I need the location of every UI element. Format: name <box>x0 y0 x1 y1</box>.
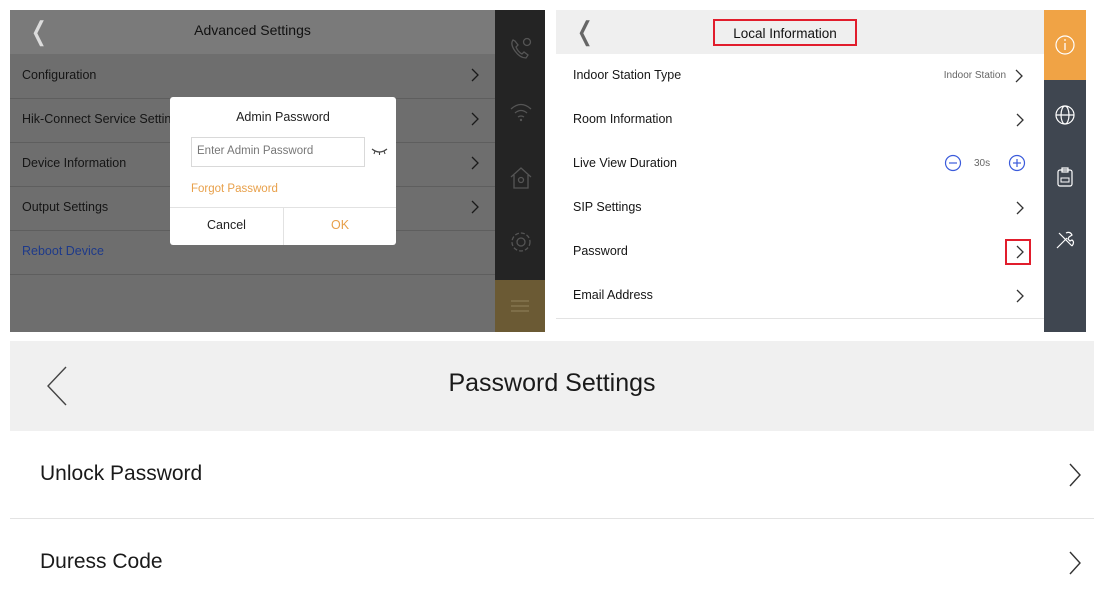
page-title: Advanced Settings <box>194 22 311 38</box>
tools-icon[interactable] <box>1053 228 1077 252</box>
sliders-icon <box>511 300 529 312</box>
chevron-right-icon <box>1016 201 1024 215</box>
chevron-right-icon <box>1069 463 1081 487</box>
menu-item-label: Output Settings <box>22 200 109 214</box>
chevron-right-icon <box>1015 69 1023 83</box>
chevron-right-icon <box>471 156 479 170</box>
menu-item-label: Configuration <box>22 68 97 82</box>
dialog-title: Admin Password <box>236 110 330 124</box>
menu-item-label: Room Information <box>573 112 673 126</box>
active-rail-tab[interactable] <box>495 280 545 332</box>
menu-item-password[interactable]: Password <box>556 230 1044 275</box>
chevron-right-icon <box>1016 113 1024 127</box>
menu-item-label: Email Address <box>573 288 653 302</box>
plus-circle-icon[interactable] <box>1008 154 1026 172</box>
clipboard-icon[interactable] <box>1053 165 1077 189</box>
menu-item-configuration[interactable]: Configuration <box>10 54 495 99</box>
menu-item-label: Device Information <box>22 156 127 170</box>
back-icon[interactable]: ❬ <box>574 18 596 44</box>
local-information-panel: ❬ Local Information Indoor Station Type … <box>556 10 1086 332</box>
menu-item-room-information[interactable]: Room Information <box>556 98 1044 143</box>
chevron-right-icon <box>1069 551 1081 575</box>
menu-item-value: Indoor Station <box>943 70 1006 81</box>
password-settings-panel: Password Settings Unlock Password Duress… <box>10 341 1094 606</box>
page-title: Local Information <box>713 19 857 46</box>
chevron-right-icon <box>471 68 479 82</box>
admin-password-input[interactable]: Enter Admin Password <box>191 137 365 167</box>
active-rail-tab[interactable] <box>1044 10 1086 80</box>
phone-settings-icon[interactable] <box>505 32 537 64</box>
menu-item-sip-settings[interactable]: SIP Settings <box>556 186 1044 231</box>
menu-item-label: Indoor Station Type <box>573 68 682 82</box>
info-icon <box>1055 35 1075 55</box>
side-rail <box>495 10 545 332</box>
page-title: Password Settings <box>448 369 656 397</box>
menu-item-label: Hik-Connect Service Setting <box>22 112 179 126</box>
ok-button[interactable]: OK <box>284 218 396 232</box>
menu-item-label: Live View Duration <box>573 156 677 170</box>
menu-item-label: Password <box>573 244 628 258</box>
chevron-right-icon <box>1016 289 1024 303</box>
menu-item-email-address[interactable]: Email Address <box>556 274 1044 319</box>
globe-icon[interactable] <box>1053 103 1077 127</box>
gear-icon[interactable] <box>505 226 537 258</box>
chevron-right-icon <box>471 112 479 126</box>
menu-item-label: SIP Settings <box>573 200 642 214</box>
menu-item-duress-code[interactable]: Duress Code <box>10 519 1094 606</box>
wifi-icon[interactable] <box>505 96 537 128</box>
admin-password-dialog: Admin Password Enter Admin Password Forg… <box>170 97 396 245</box>
menu-item-unlock-password[interactable]: Unlock Password <box>10 431 1094 519</box>
minus-circle-icon[interactable] <box>944 154 962 172</box>
chevron-right-icon <box>471 200 479 214</box>
home-icon[interactable] <box>505 162 537 194</box>
menu-item-indoor-station-type[interactable]: Indoor Station Type Indoor Station <box>556 54 1044 99</box>
advanced-settings-panel: ❬ Advanced Settings Configuration Hik-Co… <box>10 10 545 332</box>
cancel-button[interactable]: Cancel <box>170 218 283 232</box>
chevron-right-icon[interactable] <box>1011 243 1029 261</box>
menu-item-label: Reboot Device <box>22 244 104 258</box>
menu-item-label: Unlock Password <box>40 462 203 485</box>
eye-closed-icon[interactable] <box>371 145 388 157</box>
forgot-password-link[interactable]: Forgot Password <box>191 183 278 195</box>
side-rail <box>1044 10 1086 332</box>
live-view-duration-value: 30s <box>974 158 991 169</box>
menu-item-label: Duress Code <box>40 550 163 573</box>
menu-item-live-view-duration: Live View Duration 30s <box>556 142 1044 187</box>
